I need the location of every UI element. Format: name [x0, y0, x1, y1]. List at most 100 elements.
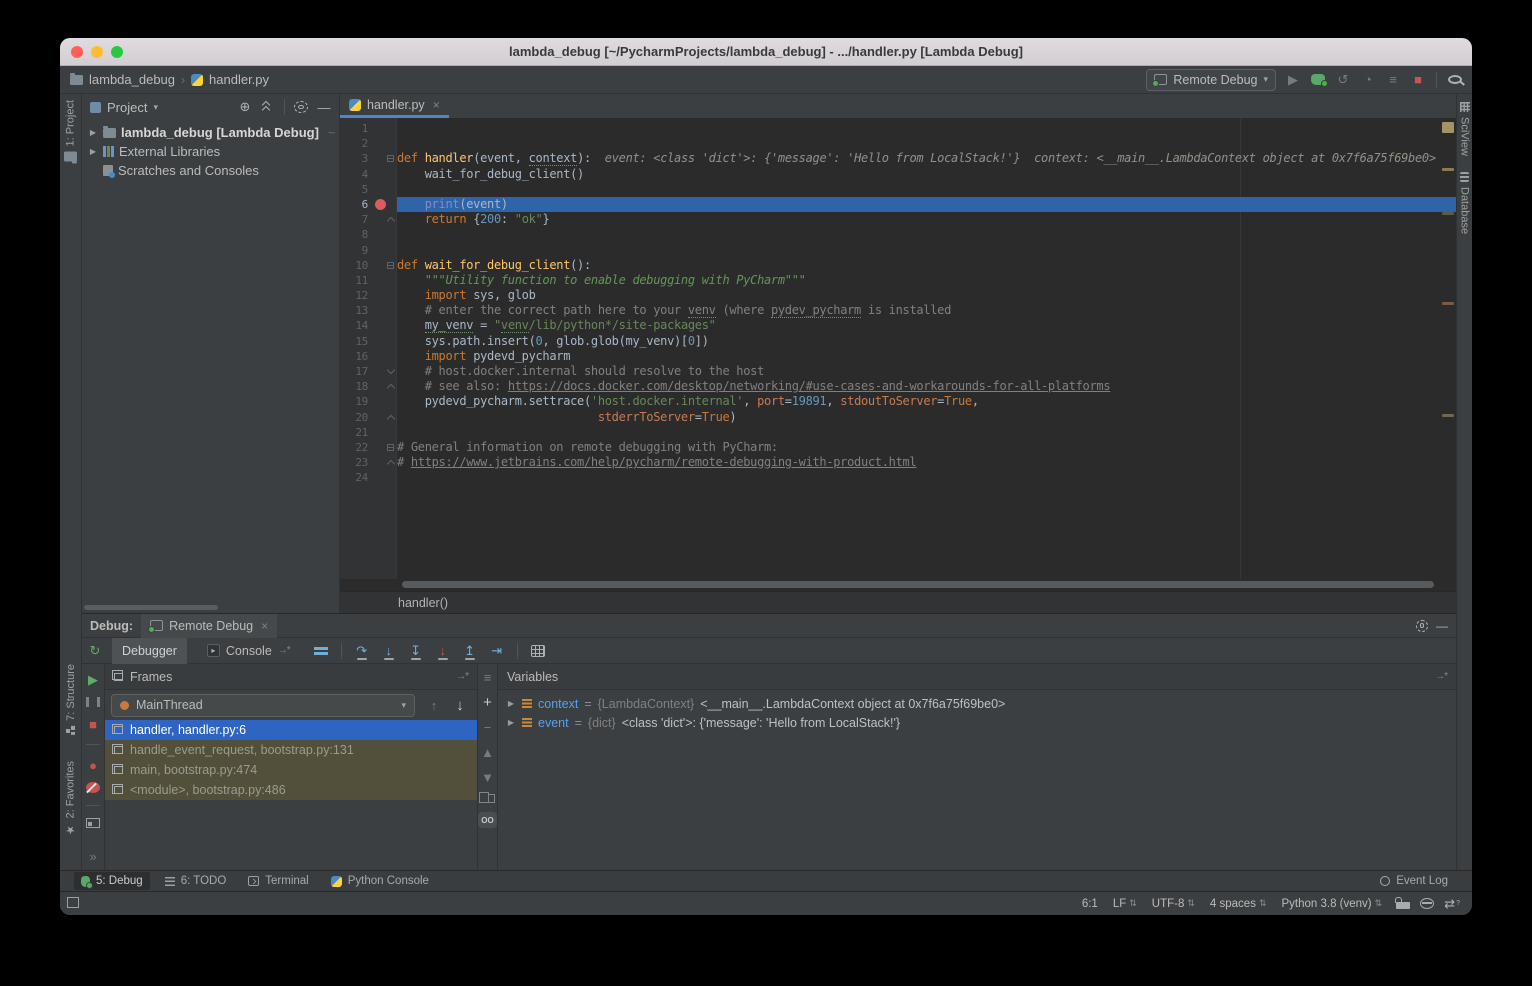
resume-program-icon[interactable]: ▶ [86, 672, 100, 688]
expand-chevron-icon[interactable]: ▶ [506, 718, 516, 727]
collapse-all-icon[interactable] [261, 102, 275, 112]
tab-remote-debug-session[interactable]: Remote Debug × [141, 614, 277, 638]
breakpoint-icon[interactable] [375, 199, 386, 210]
code-line[interactable]: 22# General information on remote debugg… [340, 440, 1456, 455]
rerun-debug-icon[interactable]: ↻ [88, 643, 102, 659]
stop-icon[interactable]: ■ [86, 716, 100, 732]
tool-tab-1-project[interactable]: 1: Project [64, 100, 77, 161]
code-line[interactable]: 21 [340, 425, 1456, 440]
close-tab-icon[interactable]: × [433, 98, 440, 112]
run-icon[interactable]: ▶ [1286, 72, 1300, 88]
code-line[interactable]: 4 wait_for_debug_client() [340, 167, 1456, 182]
gutter-cell[interactable]: 13 [340, 303, 397, 318]
previous-frame-icon[interactable]: ↑ [427, 697, 441, 713]
settings-gear-icon[interactable] [294, 101, 308, 113]
evaluate-expression-icon[interactable] [531, 645, 545, 657]
fold-marker-icon[interactable] [387, 366, 395, 374]
code-line[interactable]: 14 my_venv = "venv/lib/python*/site-pack… [340, 318, 1456, 333]
readonly-lock-icon[interactable] [1396, 902, 1410, 909]
run-to-cursor-icon[interactable]: ⇥ [490, 643, 504, 659]
fold-marker-icon[interactable] [387, 444, 394, 451]
debug-settings-gear-icon[interactable] [1416, 620, 1428, 632]
frame-row[interactable]: handle_event_request, bootstrap.py:131 [105, 740, 477, 760]
search-everywhere-icon[interactable] [1448, 75, 1462, 84]
fold-marker-icon[interactable] [387, 414, 395, 422]
gutter-cell[interactable]: 8 [340, 227, 397, 242]
show-watches-icon[interactable]: OO [478, 812, 496, 828]
view-breakpoints-icon[interactable]: ● [86, 757, 100, 773]
project-tree-item[interactable]: Scratches and Consoles [82, 161, 339, 180]
tool-tab-7-structure[interactable]: 7: Structure [65, 664, 77, 735]
status-item-lf[interactable]: LF⇅ [1113, 898, 1137, 910]
frame-row[interactable]: handler, handler.py:6 [105, 720, 477, 740]
chevron-down-icon[interactable]: ▾ [153, 102, 158, 113]
toolwindow-button-terminal[interactable]: Terminal [241, 872, 315, 890]
gutter-cell[interactable]: 11 [340, 273, 397, 288]
code-line[interactable]: 3def handler(event, context): event: <cl… [340, 151, 1456, 166]
code-line[interactable]: 9 [340, 243, 1456, 258]
code-line[interactable]: 10def wait_for_debug_client(): [340, 258, 1456, 273]
gutter-cell[interactable]: 5 [340, 182, 397, 197]
status-item-4-spaces[interactable]: 4 spaces⇅ [1210, 898, 1267, 910]
hide-debug-panel-icon[interactable]: — [1436, 619, 1448, 633]
code-line[interactable]: 15 sys.path.insert(0, glob.glob(my_venv)… [340, 334, 1456, 349]
run-with-configuration-icon[interactable]: ≡ [1386, 72, 1400, 88]
gutter-cell[interactable]: 14 [340, 318, 397, 333]
step-out-icon[interactable]: ↥ [463, 643, 477, 659]
code-line[interactable]: 18 # see also: https://docs.docker.com/d… [340, 379, 1456, 394]
run-config-selector[interactable]: Remote Debug ▾ [1146, 69, 1276, 91]
pause-program-icon[interactable] [86, 697, 100, 707]
gutter-cell[interactable]: 16 [340, 349, 397, 364]
tool-tab-2-favorites[interactable]: ★2: Favorites [64, 761, 77, 836]
gutter-cell[interactable]: 10 [340, 258, 397, 273]
toolwindow-panels-icon[interactable] [69, 899, 79, 908]
pin-icon[interactable]: →* [456, 671, 468, 682]
toolwindow-button-python-console[interactable]: Python Console [324, 872, 436, 890]
tab-handler-py[interactable]: handler.py × [340, 94, 449, 118]
breadcrumb-project[interactable]: lambda_debug [89, 72, 175, 87]
tab-debugger[interactable]: Debugger [112, 638, 187, 664]
debug-bug-icon[interactable] [1311, 74, 1325, 85]
pin-icon[interactable]: →* [1435, 671, 1447, 682]
code-line[interactable]: 11 """Utility function to enable debuggi… [340, 273, 1456, 288]
add-watch-icon[interactable]: + [481, 694, 495, 710]
close-session-icon[interactable]: × [261, 619, 268, 633]
stop-icon[interactable]: ■ [1411, 72, 1425, 88]
mute-breakpoints-icon[interactable] [86, 782, 100, 793]
tool-tab-database[interactable]: Database [1459, 172, 1471, 234]
gutter-cell[interactable]: 7 [340, 212, 397, 227]
event-log-button[interactable]: Event Log [1380, 875, 1448, 887]
code-line[interactable]: 1 [340, 121, 1456, 136]
menu-icon[interactable]: ≡ [481, 669, 495, 685]
status-item-6-1[interactable]: 6:1 [1082, 898, 1098, 910]
gutter-cell[interactable]: 23 [340, 455, 397, 470]
code-line[interactable]: 2 [340, 136, 1456, 151]
gutter-cell[interactable]: 12 [340, 288, 397, 303]
fold-marker-icon[interactable] [387, 384, 395, 392]
force-step-into-icon[interactable]: ↓ [436, 643, 450, 659]
hide-panel-icon[interactable]: — [317, 99, 331, 115]
status-item-utf-8[interactable]: UTF-8⇅ [1152, 898, 1195, 910]
next-frame-icon[interactable]: ↓ [453, 697, 467, 713]
code-line[interactable]: 24 [340, 470, 1456, 485]
tab-console[interactable]: ▸ Console →* [197, 638, 300, 664]
editor-hscrollbar[interactable] [402, 581, 1434, 588]
show-execution-point-icon[interactable] [314, 647, 328, 650]
toolwindow-button-6-todo[interactable]: 6: TODO [158, 872, 234, 890]
fold-marker-icon[interactable] [387, 155, 394, 162]
restore-layout-icon[interactable] [86, 818, 100, 828]
frame-row[interactable]: <module>, bootstrap.py:486 [105, 780, 477, 800]
profiler-icon[interactable]: ◔ [1361, 72, 1375, 88]
code-line[interactable]: 16 import pydevd_pycharm [340, 349, 1456, 364]
gutter-cell[interactable]: 22 [340, 440, 397, 455]
code-line[interactable]: 20 stderrToServer=True) [340, 410, 1456, 425]
code-line[interactable]: 6 print(event) [340, 197, 1456, 212]
project-tree-item[interactable]: ▶External Libraries [82, 142, 339, 161]
locate-icon[interactable]: ⊕ [238, 99, 252, 115]
step-into-icon[interactable]: ↓ [382, 643, 396, 659]
variable-row[interactable]: ▶context={LambdaContext}<__main__.Lambda… [498, 694, 1456, 713]
code-line[interactable]: 13 # enter the correct path here to your… [340, 303, 1456, 318]
code-line[interactable]: 12 import sys, glob [340, 288, 1456, 303]
reader-mode-icon[interactable] [1420, 898, 1434, 909]
fold-marker-icon[interactable] [387, 460, 395, 468]
